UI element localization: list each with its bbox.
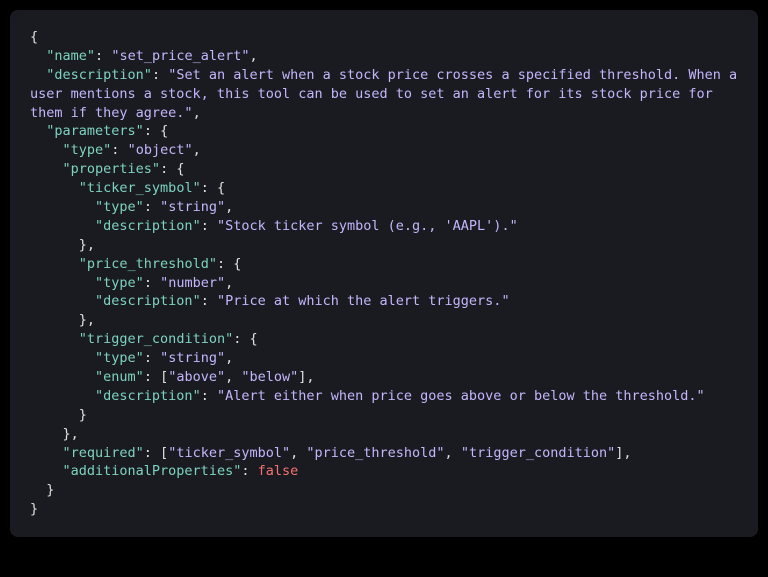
json-string: "above" [168, 369, 225, 385]
json-string: "Price at which the alert triggers." [217, 293, 510, 309]
json-key: "enum" [95, 369, 144, 385]
json-key: "description" [95, 293, 201, 309]
json-key: "description" [95, 218, 201, 234]
json-string: "object" [128, 142, 193, 158]
json-key: "ticker_symbol" [79, 180, 201, 196]
brace-close: } [30, 501, 38, 517]
json-key: "trigger_condition" [79, 331, 233, 347]
json-string: "ticker_symbol" [168, 445, 290, 461]
json-key: "price_threshold" [79, 256, 217, 272]
json-string: "Stock ticker symbol (e.g., 'AAPL')." [217, 218, 518, 234]
json-key: "description" [95, 388, 201, 404]
json-key: "properties" [63, 161, 161, 177]
json-key: "type" [95, 275, 144, 291]
json-string: "below" [241, 369, 298, 385]
json-false: false [258, 463, 299, 479]
json-key: "additionalProperties" [63, 463, 242, 479]
json-string: "number" [160, 275, 225, 291]
json-key: "type" [95, 350, 144, 366]
json-string: "trigger_condition" [461, 445, 615, 461]
json-string: "string" [160, 350, 225, 366]
json-key: "type" [95, 199, 144, 215]
json-key: "required" [63, 445, 144, 461]
json-key: "type" [63, 142, 112, 158]
json-string: "set_price_alert" [111, 48, 249, 64]
json-key: "description" [46, 67, 152, 83]
json-code-block: { "name": "set_price_alert", "descriptio… [10, 10, 758, 537]
json-string: "string" [160, 199, 225, 215]
brace-open: { [30, 29, 38, 45]
json-string: "price_threshold" [306, 445, 444, 461]
json-string: "Alert either when price goes above or b… [217, 388, 705, 404]
json-key: "name" [46, 48, 95, 64]
json-key: "parameters" [46, 123, 144, 139]
